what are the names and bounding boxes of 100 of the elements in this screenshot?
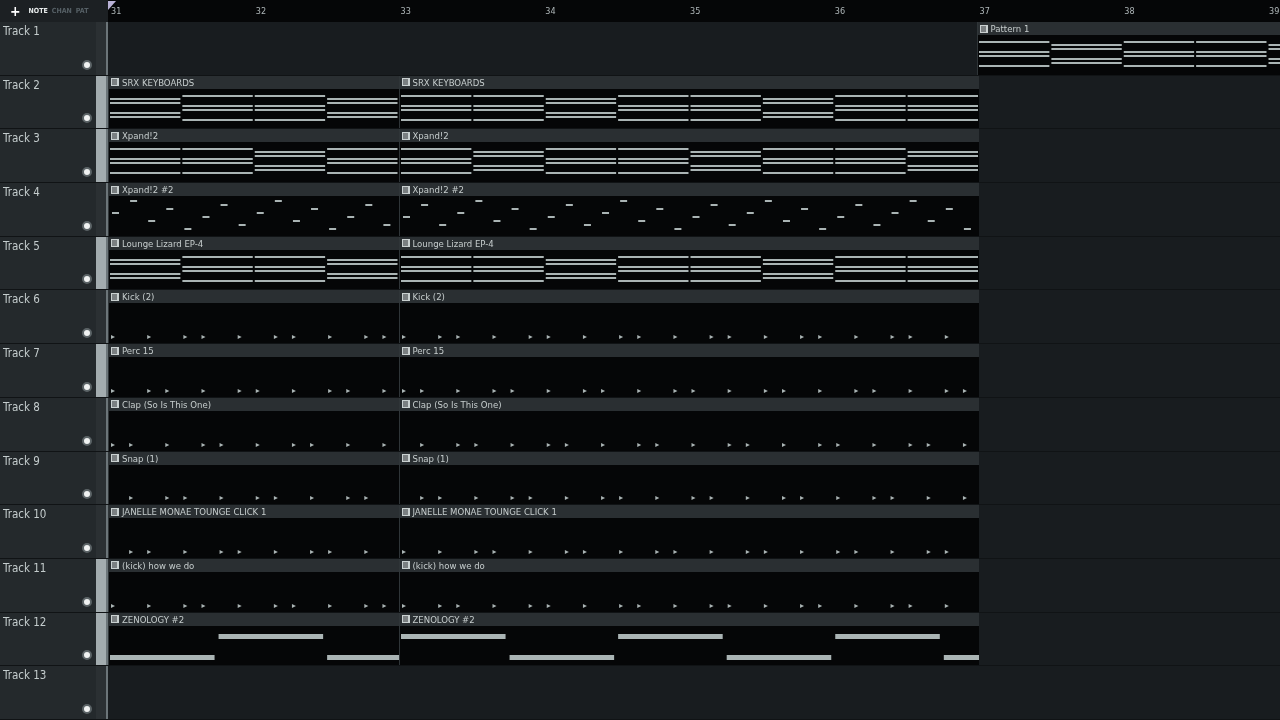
clip-name: Perc 15 xyxy=(122,345,154,357)
track-toggle-button[interactable] xyxy=(82,704,92,714)
bar-number: 33 xyxy=(400,6,411,16)
clip-name: Lounge Lizard EP-4 xyxy=(412,237,494,249)
track-name: Track 11 xyxy=(2,559,47,575)
clip-name: ZENOLOGY #2 xyxy=(412,613,475,625)
pattern-icon xyxy=(111,615,119,624)
pattern-icon xyxy=(401,561,410,570)
clip-name: Perc 15 xyxy=(412,345,445,357)
clip-title-bar[interactable]: Xpand!2 xyxy=(399,129,979,143)
track-name: Track 8 xyxy=(2,398,40,414)
pattern-icon xyxy=(111,561,119,570)
pattern-icon xyxy=(401,292,410,301)
pattern-icon xyxy=(111,346,119,355)
pattern-icon xyxy=(979,24,988,33)
track-name: Track 1 xyxy=(2,23,40,38)
track-toggle-button[interactable] xyxy=(82,274,92,285)
bar-number: 36 xyxy=(834,6,846,16)
track-header[interactable]: Track 9 xyxy=(0,451,96,505)
clip-title-bar[interactable]: Perc 15 xyxy=(399,344,979,358)
pattern-icon xyxy=(111,78,119,87)
bar-number: 38 xyxy=(1124,6,1135,16)
track-toggle-button[interactable] xyxy=(82,113,92,124)
clip-title-bar[interactable]: Xpand!2 #2 xyxy=(109,183,399,197)
clip-name: JANELLE MONAE TOUNGE CLICK 1 xyxy=(122,506,267,518)
clip-name: Xpand!2 #2 xyxy=(122,184,174,196)
pattern-icon xyxy=(401,239,410,248)
track-header[interactable]: Track 1 xyxy=(0,22,96,75)
bar-number: 34 xyxy=(545,6,556,16)
pattern-icon xyxy=(111,292,119,301)
clip-name: Pattern 1 xyxy=(990,23,1030,34)
track-header[interactable]: Track 4 xyxy=(0,183,96,236)
pattern-icon xyxy=(401,346,410,355)
pattern-icon xyxy=(401,507,410,516)
clip-name: Xpand!2 #2 xyxy=(412,184,465,196)
pattern-icon xyxy=(111,400,119,409)
track-header[interactable]: Track 11 xyxy=(0,558,96,612)
pattern-icon xyxy=(111,507,119,516)
track-header[interactable]: Track 7 xyxy=(0,344,96,397)
clip-title-bar[interactable]: Kick (2) xyxy=(399,290,979,304)
track-header[interactable]: Track 5 xyxy=(0,236,96,290)
pattern-icon xyxy=(401,131,410,140)
track-name: Track 13 xyxy=(2,667,47,683)
clip-name: Kick (2) xyxy=(412,291,445,303)
clip-title-bar[interactable]: Xpand!2 #2 xyxy=(399,183,979,197)
bar-number: 35 xyxy=(690,6,701,16)
pattern-icon xyxy=(111,454,119,463)
track-name: Track 9 xyxy=(2,452,40,468)
track-header[interactable]: Track 3 xyxy=(0,129,96,183)
clip-title-bar[interactable]: Kick (2) xyxy=(109,290,399,304)
bar-number: 37 xyxy=(979,6,990,16)
pattern-icon xyxy=(111,185,119,194)
track-name: Track 5 xyxy=(2,237,40,253)
clip-name: Lounge Lizard EP-4 xyxy=(122,237,204,249)
clip-name: Kick (2) xyxy=(122,291,155,303)
track-toggle-button[interactable] xyxy=(82,59,92,70)
clip-name: ZENOLOGY #2 xyxy=(122,613,185,625)
track-toggle-button[interactable] xyxy=(82,167,92,178)
track-toggle-button[interactable] xyxy=(82,435,92,446)
track-toggle-button[interactable] xyxy=(82,328,92,339)
track-name: Track 4 xyxy=(2,184,40,200)
clip-title-bar[interactable]: JANELLE MONAE TOUNGE CLICK 1 xyxy=(109,505,399,519)
bar-number: 39 xyxy=(1269,6,1280,16)
track-name: Track 12 xyxy=(2,613,47,629)
track-header[interactable]: Track 13 xyxy=(0,666,96,719)
clip-name: (kick) how we do xyxy=(412,559,485,571)
clip-name: Clap (So Is This One) xyxy=(122,398,212,410)
clip-title-bar[interactable]: Perc 15 xyxy=(109,344,399,358)
clip-title-bar[interactable]: Xpand!2 xyxy=(109,129,399,143)
bar-number: 32 xyxy=(255,6,267,16)
track-name: Track 10 xyxy=(2,506,47,522)
track-header[interactable]: Track 12 xyxy=(0,612,96,666)
pattern-icon xyxy=(111,239,119,248)
track-toggle-button[interactable] xyxy=(82,220,92,231)
track-header[interactable]: Track 10 xyxy=(0,505,96,558)
pattern-icon xyxy=(401,615,410,624)
track-name: Track 7 xyxy=(2,345,40,361)
track-header[interactable]: Track 8 xyxy=(0,397,96,451)
track-toggle-button[interactable] xyxy=(82,596,92,607)
track-toggle-button[interactable] xyxy=(82,542,92,553)
clip-name: Snap (1) xyxy=(122,452,159,464)
pattern-icon xyxy=(401,400,410,409)
clip-name: SRX KEYBOARDS xyxy=(412,76,485,88)
track-name: Track 2 xyxy=(2,76,40,92)
clip-title-bar[interactable]: Pattern 1 xyxy=(977,22,1280,35)
clip-name: JANELLE MONAE TOUNGE CLICK 1 xyxy=(412,506,557,518)
clip-title-bar[interactable]: JANELLE MONAE TOUNGE CLICK 1 xyxy=(399,505,979,519)
add-button[interactable]: + xyxy=(0,4,27,18)
track-toggle-button[interactable] xyxy=(82,650,92,661)
track-header[interactable]: Track 6 xyxy=(0,290,96,344)
track-header[interactable]: Track 2 xyxy=(0,75,96,129)
clip-name: SRX KEYBOARDS xyxy=(122,76,195,88)
bar-number: 31 xyxy=(111,6,122,16)
track-toggle-button[interactable] xyxy=(82,489,92,500)
timeline-ruler[interactable]: 31 32 33 34 35 36 37 38 39 xyxy=(108,0,1280,22)
clip-name: (kick) how we do xyxy=(122,559,195,571)
clip-name: Xpand!2 xyxy=(412,130,449,142)
track-toggle-button[interactable] xyxy=(82,381,92,392)
track-name: Track 6 xyxy=(2,291,40,307)
pattern-icon xyxy=(401,185,410,194)
